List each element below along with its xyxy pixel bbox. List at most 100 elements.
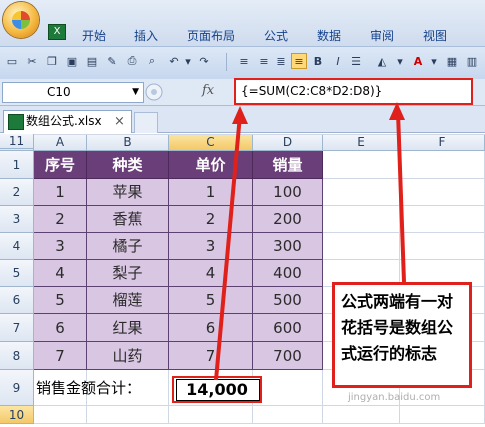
copy-icon[interactable]: ❐ xyxy=(44,53,60,69)
list-icon[interactable]: ☰ xyxy=(348,53,364,69)
row-header-3[interactable]: 3 xyxy=(0,206,34,233)
cell-d11[interactable] xyxy=(253,134,323,135)
cell-a3[interactable]: 2 xyxy=(34,206,87,233)
fill-color-icon[interactable]: ◭ xyxy=(374,53,390,69)
cell-c4[interactable]: 3 xyxy=(169,233,253,260)
row-header-5[interactable]: 5 xyxy=(0,260,34,287)
print-preview-icon[interactable]: ▤ xyxy=(84,53,100,69)
column-header-d[interactable]: D xyxy=(253,134,323,151)
cell-d1[interactable]: 销量 xyxy=(253,151,323,179)
cell-a6[interactable]: 5 xyxy=(34,287,87,314)
cell-d5[interactable]: 400 xyxy=(253,260,323,287)
row-header-9[interactable]: 9 xyxy=(0,370,34,406)
redo-icon[interactable]: ↷ xyxy=(196,53,212,69)
tab-review[interactable]: 审阅 xyxy=(370,28,394,44)
italic-icon[interactable]: I xyxy=(330,53,346,69)
cell-f3[interactable] xyxy=(400,206,485,233)
cell-d10[interactable] xyxy=(253,406,323,424)
tab-insert[interactable]: 插入 xyxy=(134,28,158,44)
column-header-c[interactable]: C xyxy=(169,134,253,151)
cell-f11[interactable] xyxy=(400,134,485,135)
cell-c10[interactable] xyxy=(169,406,253,424)
cell-d6[interactable]: 500 xyxy=(253,287,323,314)
cell-d4[interactable]: 300 xyxy=(253,233,323,260)
align-justify-icon[interactable]: ≡ xyxy=(291,53,307,69)
cell-e1[interactable] xyxy=(323,151,400,179)
office-button[interactable] xyxy=(3,2,39,38)
close-icon[interactable]: × xyxy=(114,111,125,132)
cell-c7[interactable]: 6 xyxy=(169,314,253,342)
tab-data[interactable]: 数据 xyxy=(317,28,341,44)
formula-input[interactable]: {=SUM(C2:C8*D2:D8)} xyxy=(234,78,473,105)
tab-page-layout[interactable]: 页面布局 xyxy=(187,28,235,44)
cell-c6[interactable]: 5 xyxy=(169,287,253,314)
column-header-f[interactable]: F xyxy=(400,134,485,151)
row-header-4[interactable]: 4 xyxy=(0,233,34,260)
align-center-icon[interactable]: ≡ xyxy=(256,53,272,69)
cell-b6[interactable]: 榴莲 xyxy=(87,287,169,314)
document-tab[interactable]: 数组公式.xlsx × xyxy=(3,110,132,133)
format-painter-icon[interactable]: ✎ xyxy=(104,53,120,69)
row-header-7[interactable]: 7 xyxy=(0,314,34,342)
bold-icon[interactable]: B xyxy=(310,53,326,69)
cell-c2[interactable]: 1 xyxy=(169,179,253,206)
name-box[interactable]: C10 ▼ xyxy=(2,82,144,103)
cell-c8[interactable]: 7 xyxy=(169,342,253,370)
print-icon[interactable]: ⎙ xyxy=(124,53,140,69)
cell-a8[interactable]: 7 xyxy=(34,342,87,370)
cell-c5[interactable]: 4 xyxy=(169,260,253,287)
cell-f4[interactable] xyxy=(400,233,485,260)
tab-formulas[interactable]: 公式 xyxy=(264,28,288,44)
cell-b5[interactable]: 梨子 xyxy=(87,260,169,287)
fx-icon[interactable]: fx xyxy=(202,83,214,98)
row-header-11[interactable]: 11 xyxy=(0,134,34,149)
undo-dropdown-icon[interactable]: ▾ xyxy=(180,53,196,69)
cell-d3[interactable]: 200 xyxy=(253,206,323,233)
column-header-b[interactable]: B xyxy=(87,134,169,151)
column-header-a[interactable]: A xyxy=(34,134,87,151)
cell-a5[interactable]: 4 xyxy=(34,260,87,287)
cell-f10[interactable] xyxy=(400,406,485,424)
cell-c11[interactable] xyxy=(169,134,253,135)
cell-b11[interactable] xyxy=(87,134,169,135)
cell-d2[interactable]: 100 xyxy=(253,179,323,206)
row-header-1[interactable]: 1 xyxy=(0,151,34,179)
cell-b8[interactable]: 山药 xyxy=(87,342,169,370)
cell-b3[interactable]: 香蕉 xyxy=(87,206,169,233)
new-tab-button[interactable] xyxy=(134,112,158,133)
cell-d7[interactable]: 600 xyxy=(253,314,323,342)
search-icon[interactable]: ⌕ xyxy=(144,53,160,69)
font-color-dropdown-icon[interactable]: ▾ xyxy=(426,53,442,69)
cell-a1[interactable]: 序号 xyxy=(34,151,87,179)
cell-e2[interactable] xyxy=(323,179,400,206)
row-header-6[interactable]: 6 xyxy=(0,287,34,314)
cell-e10[interactable] xyxy=(323,406,400,424)
cell-b2[interactable]: 苹果 xyxy=(87,179,169,206)
fill-color-dropdown-icon[interactable]: ▾ xyxy=(392,53,408,69)
row-header-2[interactable]: 2 xyxy=(0,179,34,206)
row-header-8[interactable]: 8 xyxy=(0,342,34,370)
cell-e3[interactable] xyxy=(323,206,400,233)
cell-b10[interactable] xyxy=(87,406,169,424)
cell-b4[interactable]: 橘子 xyxy=(87,233,169,260)
font-color-icon[interactable]: A xyxy=(410,53,426,69)
cell-c3[interactable]: 2 xyxy=(169,206,253,233)
cut-icon[interactable]: ✂ xyxy=(24,53,40,69)
chevron-down-icon[interactable]: ▼ xyxy=(132,83,139,102)
cell-a10[interactable] xyxy=(34,406,87,424)
tab-view[interactable]: 视图 xyxy=(423,28,447,44)
cell-c1[interactable]: 单价 xyxy=(169,151,253,179)
cell-f1[interactable] xyxy=(400,151,485,179)
cell-a11[interactable] xyxy=(34,134,87,135)
cell-e4[interactable] xyxy=(323,233,400,260)
merge-icon[interactable]: ▥ xyxy=(464,53,480,69)
align-left-icon[interactable]: ≡ xyxy=(236,53,252,69)
borders-icon[interactable]: ▦ xyxy=(444,53,460,69)
cell-e11[interactable] xyxy=(323,134,400,135)
row-header-10[interactable]: 10 xyxy=(0,406,34,424)
cell-d9[interactable] xyxy=(253,370,323,406)
cell-b7[interactable]: 红果 xyxy=(87,314,169,342)
cell-a4[interactable]: 3 xyxy=(34,233,87,260)
tab-home[interactable]: 开始 xyxy=(82,28,106,44)
new-icon[interactable]: ▭ xyxy=(4,53,20,69)
